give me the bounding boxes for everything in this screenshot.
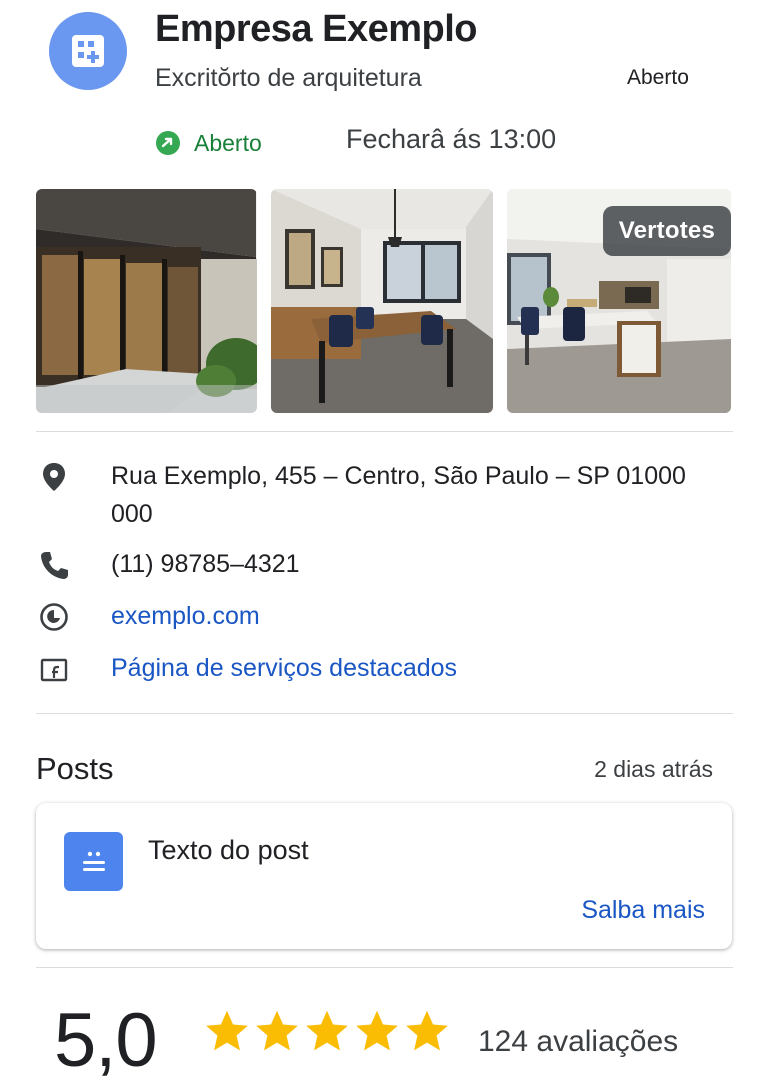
posts-heading: Posts	[36, 751, 114, 786]
post-text: Texto do post	[148, 835, 309, 865]
location-pin-icon	[38, 461, 70, 493]
business-logo	[49, 12, 127, 90]
see-all-photos-button[interactable]: Vertotes	[602, 206, 731, 256]
open-status-icon	[156, 131, 180, 155]
building-icon	[72, 35, 104, 67]
photo-gallery: Vertotes	[36, 189, 731, 413]
business-name: Empresa Exemplo	[155, 8, 477, 50]
posts-date: 2 dias atrás	[594, 756, 713, 782]
star-icon	[406, 1010, 448, 1051]
business-category: Excritŏrto de arquitetura	[155, 64, 422, 92]
star-icon	[256, 1010, 298, 1051]
divider	[36, 967, 733, 968]
website-link[interactable]: exemplo.com	[111, 597, 260, 635]
phone-text[interactable]: (11) 98785–4321	[111, 545, 300, 583]
services-page-icon	[38, 654, 70, 686]
review-count-link[interactable]: 124 avaliações	[478, 1025, 678, 1059]
open-status-label: Aberto	[194, 129, 262, 156]
phone-icon	[38, 549, 70, 581]
star-icon	[306, 1010, 348, 1051]
open-status: Aberto	[156, 126, 262, 160]
post-card[interactable]: Texto do post Salba mais	[36, 803, 732, 949]
address-text[interactable]: Rua Exemplo, 455 – Centro, São Paulo – S…	[111, 457, 731, 533]
rating-stars	[202, 1007, 452, 1057]
divider	[36, 713, 733, 714]
photo-meeting-room[interactable]	[271, 189, 493, 413]
status-badge: Aberto	[627, 66, 689, 89]
services-page-link[interactable]: Página de serviços destacados	[111, 649, 457, 687]
post-document-icon	[64, 832, 123, 891]
rating-score: 5,0	[54, 998, 158, 1083]
star-icon	[206, 1010, 248, 1051]
learn-more-link[interactable]: Salba mais	[581, 896, 705, 925]
star-icon	[356, 1010, 398, 1051]
photo-exterior[interactable]	[36, 189, 257, 413]
website-icon	[38, 601, 70, 633]
closing-hours: Fecharâ ás 13:00	[346, 124, 557, 154]
divider	[36, 431, 733, 432]
